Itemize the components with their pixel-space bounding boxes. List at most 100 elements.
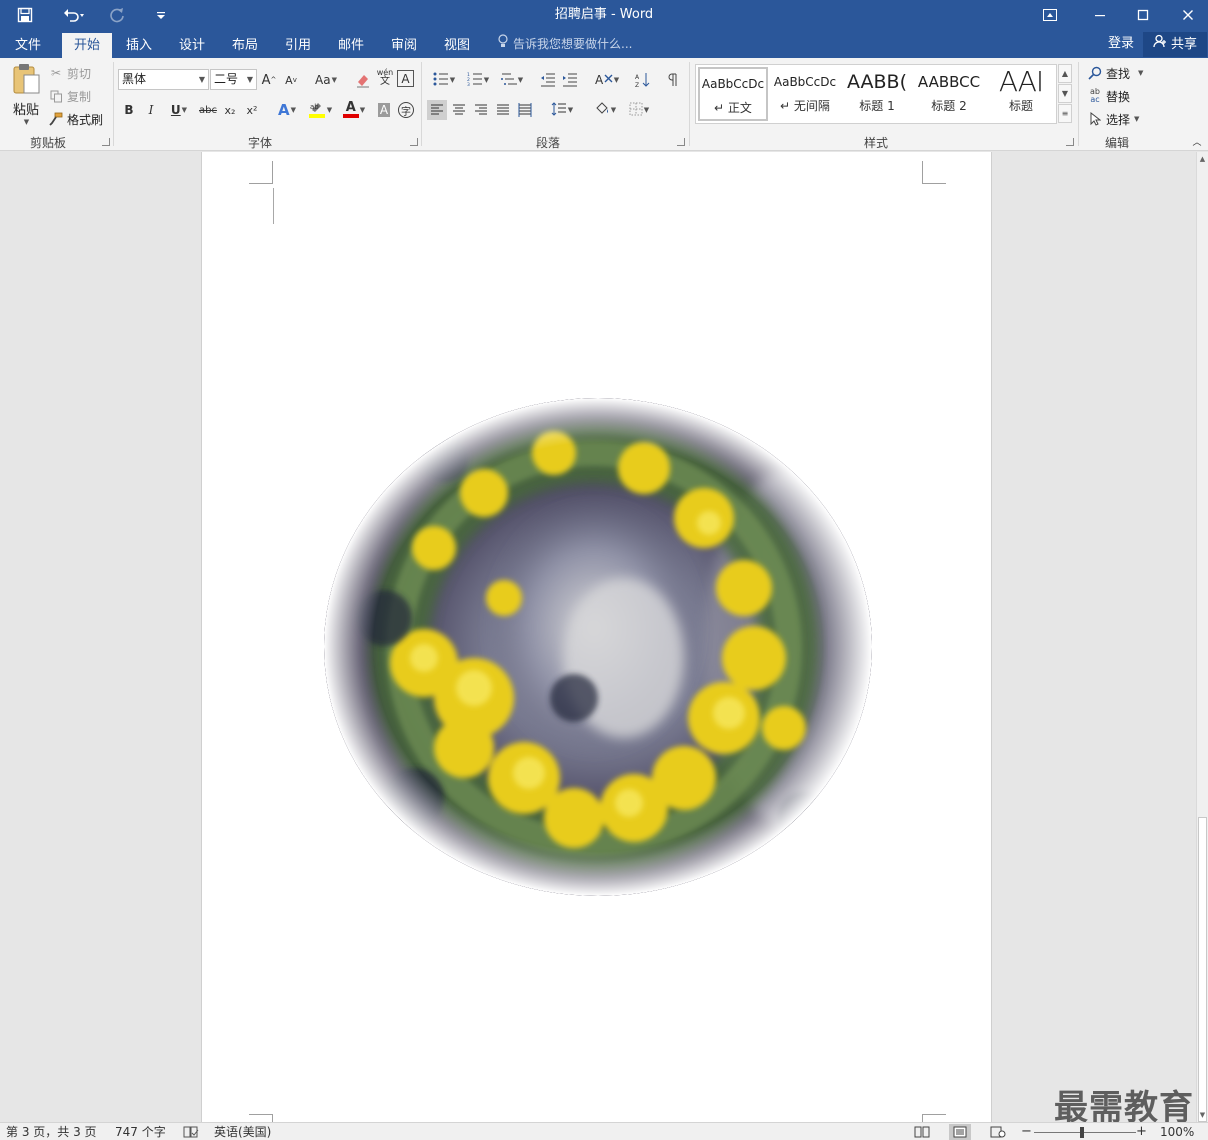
styles-launcher-icon[interactable]: [1066, 138, 1074, 146]
style-heading-1[interactable]: AABB( 标题 1: [842, 67, 912, 121]
share-button[interactable]: 共享: [1143, 32, 1207, 57]
page-count[interactable]: 第 3 页，共 3 页: [6, 1123, 97, 1140]
sort-icon[interactable]: AZ: [633, 70, 653, 90]
save-icon[interactable]: [10, 0, 40, 30]
bullets-button[interactable]: ▼: [428, 70, 460, 90]
tell-me-box[interactable]: 告诉我您想要做什么...: [497, 30, 632, 58]
font-color-button[interactable]: A ▼: [339, 100, 369, 120]
enclose-characters-button[interactable]: 字: [396, 100, 416, 120]
redo-icon[interactable]: [104, 0, 130, 30]
justify-icon[interactable]: [493, 100, 513, 120]
underline-button[interactable]: U ▼: [163, 100, 195, 120]
scrollbar-thumb[interactable]: [1198, 817, 1207, 1122]
change-case-button[interactable]: Aa ▼: [311, 70, 341, 90]
grow-font-button[interactable]: A ^: [259, 70, 279, 90]
zoom-level[interactable]: 100%: [1160, 1123, 1194, 1140]
tab-layout[interactable]: 布局: [222, 33, 268, 58]
proofing-icon[interactable]: [183, 1123, 199, 1140]
zoom-slider-track[interactable]: [1034, 1132, 1136, 1133]
tab-design[interactable]: 设计: [169, 33, 215, 58]
tab-view[interactable]: 视图: [434, 33, 480, 58]
maximize-icon[interactable]: [1120, 0, 1166, 30]
print-layout-icon[interactable]: [949, 1124, 971, 1140]
subscript-button[interactable]: x₂: [220, 100, 240, 120]
undo-icon[interactable]: [56, 0, 92, 30]
distributed-icon[interactable]: [515, 100, 535, 120]
vertical-scrollbar[interactable]: ▲ ▼: [1196, 152, 1208, 1122]
font-name-combo[interactable]: 黑体 ▼: [118, 69, 209, 90]
font-size-combo[interactable]: 二号 ▼: [210, 69, 257, 90]
gallery-scroll-down-icon[interactable]: ▼: [1058, 84, 1072, 103]
bold-button[interactable]: B: [119, 100, 139, 120]
web-layout-icon[interactable]: [987, 1124, 1009, 1140]
asian-layout-button[interactable]: A ▼: [591, 70, 623, 90]
svg-text:ab: ab: [310, 103, 319, 111]
minimize-icon[interactable]: [1077, 0, 1123, 30]
shading-button[interactable]: ▼: [589, 100, 621, 120]
ribbon-tab-bar: 文件 开始 插入 设计 布局 引用 邮件 审阅 视图 告诉我您想要做什么... …: [0, 30, 1208, 58]
highlight-button[interactable]: ab ▼: [305, 100, 335, 120]
format-painter-button[interactable]: 格式刷: [48, 110, 103, 128]
word-count[interactable]: 747 个字: [115, 1123, 166, 1140]
phonetic-guide-button[interactable]: wén 文: [375, 67, 395, 87]
strikethrough-button[interactable]: abc: [197, 100, 219, 120]
tab-insert[interactable]: 插入: [116, 33, 162, 58]
text-effects-button[interactable]: A ▼: [273, 100, 301, 120]
align-center-icon[interactable]: [449, 100, 469, 120]
line-spacing-button[interactable]: ▼: [546, 100, 578, 120]
tab-review[interactable]: 审阅: [381, 33, 427, 58]
superscript-button[interactable]: x²: [242, 100, 262, 120]
close-icon[interactable]: [1165, 0, 1208, 30]
ribbon-display-options-icon[interactable]: [1027, 0, 1073, 30]
cut-button[interactable]: ✂ 剪切: [48, 64, 91, 82]
gallery-scroll-up-icon[interactable]: ▲: [1058, 64, 1072, 83]
select-button[interactable]: 选择 ▼: [1087, 110, 1139, 128]
style-no-spacing[interactable]: AaBbCcDc ↵ 无间隔: [770, 67, 840, 121]
group-separator: [1078, 62, 1079, 146]
italic-button[interactable]: I: [141, 100, 161, 120]
align-left-icon[interactable]: [427, 100, 447, 120]
increase-indent-icon[interactable]: [560, 70, 580, 90]
gallery-more-icon[interactable]: ≡: [1058, 104, 1072, 123]
tab-home[interactable]: 开始: [62, 33, 112, 58]
find-button[interactable]: 查找 ▼: [1087, 64, 1143, 82]
enclose-characters-icon: 字: [398, 102, 414, 118]
login-link[interactable]: 登录: [1108, 30, 1134, 58]
editing-group-label: 编辑: [1104, 136, 1129, 150]
paste-button[interactable]: 粘贴 ▼: [8, 62, 44, 132]
decrease-indent-icon[interactable]: [538, 70, 558, 90]
replace-button[interactable]: ab ac 替换: [1087, 87, 1130, 105]
style-title[interactable]: AAI 标题: [986, 67, 1056, 121]
zoom-out-icon[interactable]: −: [1021, 1123, 1032, 1140]
paragraph-launcher-icon[interactable]: [677, 138, 685, 146]
shrink-font-button[interactable]: Av: [281, 70, 301, 90]
language-indicator[interactable]: 英语(美国): [214, 1123, 271, 1140]
character-border-button[interactable]: A: [397, 70, 414, 87]
clipboard-launcher-icon[interactable]: [102, 138, 110, 146]
borders-button[interactable]: ▼: [623, 100, 655, 120]
font-launcher-icon[interactable]: [410, 138, 418, 146]
zoom-slider-thumb[interactable]: [1080, 1127, 1084, 1138]
style-normal[interactable]: AaBbCcDc ↵ 正文: [698, 67, 768, 121]
show-marks-icon[interactable]: [664, 70, 684, 90]
tab-mailings[interactable]: 邮件: [328, 33, 374, 58]
read-mode-icon[interactable]: [911, 1124, 933, 1140]
zoom-in-icon[interactable]: +: [1136, 1123, 1147, 1140]
character-shading-button[interactable]: A: [374, 100, 394, 120]
scroll-down-icon[interactable]: ▼: [1197, 1109, 1208, 1121]
copy-button[interactable]: 复制: [48, 87, 91, 105]
clear-formatting-icon[interactable]: [353, 70, 373, 90]
document-page[interactable]: [201, 152, 992, 1122]
tab-file[interactable]: 文件: [5, 33, 51, 58]
paintbrush-icon: [48, 111, 64, 127]
scroll-up-icon[interactable]: ▲: [1197, 153, 1208, 165]
person-icon: [1153, 32, 1167, 57]
flower-wreath-picture[interactable]: [324, 398, 872, 896]
tab-references[interactable]: 引用: [275, 33, 321, 58]
align-right-icon[interactable]: [471, 100, 491, 120]
style-heading-2[interactable]: AABBCC 标题 2: [914, 67, 984, 121]
customize-qat-icon[interactable]: [150, 0, 172, 30]
numbering-button[interactable]: 123 ▼: [462, 70, 494, 90]
multilevel-list-button[interactable]: ▼: [496, 70, 528, 90]
collapse-ribbon-icon[interactable]: ︿: [1189, 134, 1205, 148]
